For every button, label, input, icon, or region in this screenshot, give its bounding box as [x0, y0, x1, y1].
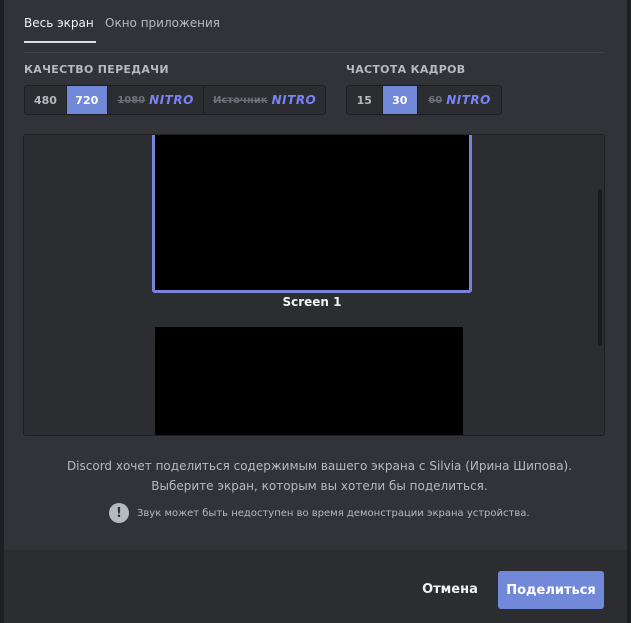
source-tabs: Весь экран Окно приложения	[24, 0, 604, 53]
screen-share-modal: Весь экран Окно приложения КАЧЕСТВО ПЕРЕ…	[4, 0, 627, 623]
quality-section-label: КАЧЕСТВО ПЕРЕДАЧИ	[24, 63, 169, 76]
screen-2-thumbnail[interactable]	[155, 327, 463, 435]
quality-option-source-label: Источник	[213, 94, 268, 106]
nitro-badge: NITRO	[149, 93, 194, 107]
tab-fullscreen-label: Весь экран	[24, 16, 94, 30]
fps-option-60-nitro[interactable]: 60 NITRO	[418, 86, 501, 114]
exclamation-circle-icon: !	[109, 503, 129, 523]
fps-option-15[interactable]: 15	[347, 86, 383, 114]
fps-option-30[interactable]: 30	[382, 86, 419, 114]
screen-preview-list[interactable]: Screen 1	[23, 134, 605, 436]
screen-1-label: Screen 1	[282, 295, 342, 309]
cancel-button[interactable]: Отмена	[415, 570, 485, 608]
quality-selector: 480 720 1080 NITRO Источник NITRO	[24, 85, 326, 115]
quality-option-source-nitro[interactable]: Источник NITRO	[204, 86, 325, 114]
active-tab-indicator	[24, 41, 96, 43]
backdrop-edge-right	[627, 0, 631, 623]
fps-section-label: ЧАСТОТА КАДРОВ	[346, 63, 466, 76]
screen-1-thumbnail[interactable]	[152, 135, 472, 293]
nitro-badge: NITRO	[446, 93, 491, 107]
quality-option-1080-nitro[interactable]: 1080 NITRO	[108, 86, 205, 114]
tab-fullscreen[interactable]: Весь экран	[24, 16, 96, 43]
quality-option-480-label: 480	[33, 93, 57, 107]
preview-scrollbar[interactable]	[598, 189, 602, 346]
tab-application-window-label: Окно приложения	[105, 16, 221, 30]
quality-option-720[interactable]: 720	[66, 86, 108, 114]
fps-option-30-label: 30	[392, 93, 408, 107]
quality-option-480[interactable]: 480	[25, 86, 67, 114]
audio-warning-text: Звук может быть недоступен во время демо…	[137, 507, 530, 519]
fps-selector: 15 30 60 NITRO	[346, 85, 502, 115]
quality-option-1080-label: 1080	[117, 94, 146, 106]
tab-application-window[interactable]: Окно приложения	[105, 16, 220, 42]
fps-option-60-label: 60	[428, 94, 443, 106]
fps-option-15-label: 15	[356, 93, 372, 107]
audio-warning: ! Звук может быть недоступен во время де…	[109, 503, 530, 523]
quality-option-720-label: 720	[75, 93, 99, 107]
modal-footer: Отмена Поделиться	[4, 550, 627, 623]
share-info-line-2: Выберите экран, которым вы хотели бы под…	[151, 479, 488, 493]
share-button[interactable]: Поделиться	[498, 571, 604, 609]
share-info-line-1: Discord хочет поделиться содержимым ваше…	[66, 459, 573, 473]
nitro-badge: NITRO	[271, 93, 317, 107]
